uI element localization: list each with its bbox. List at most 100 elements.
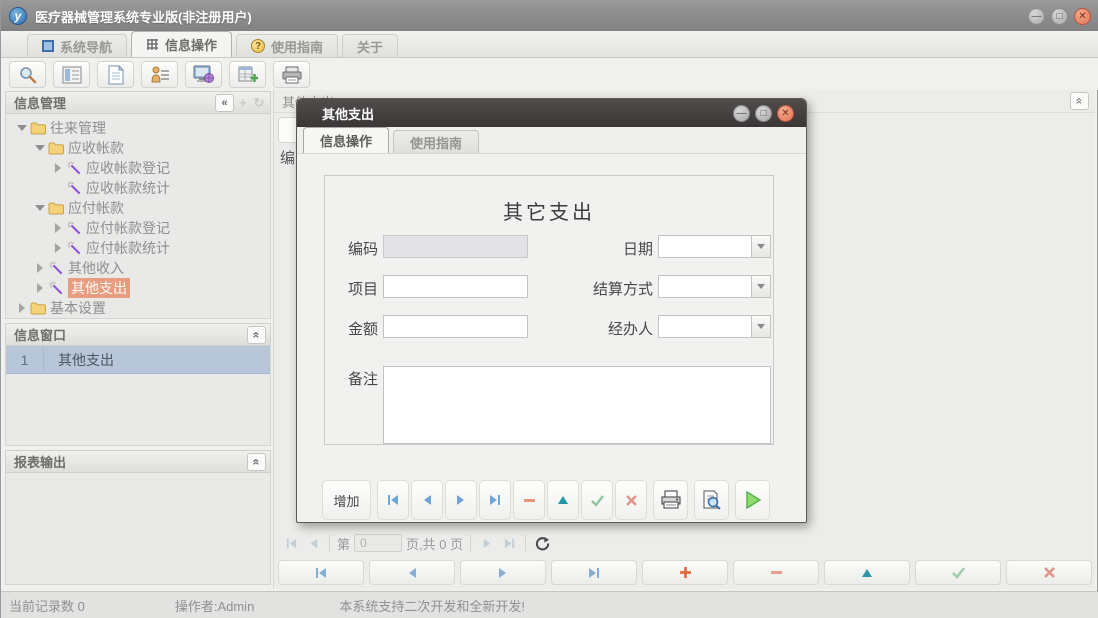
last-page-button[interactable] xyxy=(500,534,518,552)
operator-report-button[interactable] xyxy=(141,61,178,88)
edit-record-button[interactable] xyxy=(547,480,579,520)
remark-textarea[interactable] xyxy=(383,366,771,444)
expander-down-icon[interactable] xyxy=(32,205,47,211)
tree-item-qita-zhichu[interactable]: 其他支出 xyxy=(6,278,270,298)
delete-record-button[interactable] xyxy=(513,480,545,520)
expander-right-icon[interactable] xyxy=(50,163,65,173)
next-record-button[interactable] xyxy=(445,480,477,520)
form-title: 其它支出 xyxy=(325,196,773,225)
expander-down-icon[interactable] xyxy=(32,145,47,151)
expander-right-icon[interactable] xyxy=(32,263,47,273)
record-last-button[interactable] xyxy=(551,560,637,585)
dialog-close-button[interactable]: ✕ xyxy=(777,105,794,122)
expander-right-icon[interactable] xyxy=(32,283,47,293)
tab-system-nav[interactable]: 系统导航 xyxy=(27,34,127,57)
amount-label: 金额 xyxy=(328,318,378,339)
tab-label: 使用指南 xyxy=(271,37,323,56)
refresh-icon[interactable]: ↻ xyxy=(252,95,266,111)
navigation-tree: 往来管理 应收帐款 应收帐款登记 应收帐款统计 应付帐款 应付帐款登记 xyxy=(5,114,271,319)
record-edit-button[interactable] xyxy=(824,560,910,585)
wand-icon xyxy=(65,181,83,195)
close-button[interactable]: ✕ xyxy=(1074,8,1091,25)
record-prev-button[interactable] xyxy=(369,560,455,585)
preview-record-button[interactable] xyxy=(694,480,729,520)
collapse-panel-button[interactable]: « xyxy=(247,326,266,344)
tree-item-jiben-shezhi[interactable]: 基本设置 xyxy=(6,298,270,318)
tree-item-yingshou-tongji[interactable]: 应收帐款统计 xyxy=(6,178,270,198)
amount-input[interactable] xyxy=(383,315,528,338)
dialog-minimize-button[interactable]: — xyxy=(733,105,750,122)
expander-right-icon[interactable] xyxy=(14,303,29,313)
pagination-bar: 第 页,共 0 页 xyxy=(274,530,1096,556)
add-icon[interactable]: + xyxy=(236,95,250,110)
record-add-button[interactable] xyxy=(642,560,728,585)
execute-button[interactable] xyxy=(735,480,770,520)
record-delete-button[interactable] xyxy=(733,560,819,585)
handler-combobox[interactable] xyxy=(658,315,771,338)
expander-right-icon[interactable] xyxy=(50,223,65,233)
print-record-button[interactable] xyxy=(653,480,688,520)
dialog-tab-info-operation[interactable]: 信息操作 xyxy=(303,127,389,153)
expander-right-icon[interactable] xyxy=(50,243,65,253)
tab-user-guide[interactable]: ? 使用指南 xyxy=(236,34,338,57)
tree-label: 应收帐款统计 xyxy=(86,178,170,198)
search-button[interactable] xyxy=(9,61,46,88)
next-page-button[interactable] xyxy=(478,534,496,552)
new-document-button[interactable] xyxy=(97,61,134,88)
collapse-content-button[interactable]: « xyxy=(1070,92,1089,110)
remote-view-button[interactable] xyxy=(185,61,222,88)
wand-icon xyxy=(65,161,83,175)
date-combobox[interactable] xyxy=(658,235,771,258)
expander-down-icon[interactable] xyxy=(14,125,29,131)
window-list-item[interactable]: 1 其他支出 xyxy=(6,346,270,374)
tab-about[interactable]: 关于 xyxy=(342,34,398,57)
help-coin-icon: ? xyxy=(251,39,265,53)
dropdown-arrow-icon[interactable] xyxy=(751,316,770,337)
print-button[interactable] xyxy=(273,61,310,88)
dropdown-arrow-icon[interactable] xyxy=(751,236,770,257)
tab-info-operation[interactable]: 信息操作 xyxy=(131,31,232,57)
maximize-button[interactable]: □ xyxy=(1051,8,1068,25)
code-label: 编码 xyxy=(328,238,378,259)
prev-page-button[interactable] xyxy=(304,534,322,552)
status-message: 本系统支持二次开发和全新开发! xyxy=(339,596,525,615)
tree-label-selected: 其他支出 xyxy=(68,278,130,298)
dialog-maximize-button[interactable]: □ xyxy=(755,105,772,122)
tree-label: 其他收入 xyxy=(68,258,124,278)
printer-icon xyxy=(282,66,302,84)
tree-item-yingfu-tongji[interactable]: 应付帐款统计 xyxy=(6,238,270,258)
tree-label: 应收帐款登记 xyxy=(86,158,170,178)
minimize-button[interactable]: — xyxy=(1028,8,1045,25)
first-record-button[interactable] xyxy=(377,480,409,520)
window-item-label: 其他支出 xyxy=(44,350,114,370)
dialog-tab-user-guide[interactable]: 使用指南 xyxy=(393,130,479,153)
other-expense-dialog: 其他支出 — □ ✕ 信息操作 使用指南 其它支出 编码 日期 项目 结算方式 … xyxy=(296,98,807,523)
report-output-panel-header: 报表输出 « xyxy=(5,450,271,473)
record-cancel-button[interactable] xyxy=(1006,560,1092,585)
dropdown-arrow-icon[interactable] xyxy=(751,276,770,297)
prev-record-button[interactable] xyxy=(411,480,443,520)
tree-item-yingfu[interactable]: 应付帐款 xyxy=(6,198,270,218)
record-first-button[interactable] xyxy=(278,560,364,585)
tree-item-yingshou[interactable]: 应收帐款 xyxy=(6,138,270,158)
table-add-button[interactable] xyxy=(229,61,266,88)
settlement-combobox[interactable] xyxy=(658,275,771,298)
status-bar: 当前记录数 0 操作者:Admin 本系统支持二次开发和全新开发! xyxy=(1,591,1098,618)
tree-item-yingshou-dengji[interactable]: 应收帐款登记 xyxy=(6,158,270,178)
first-page-button[interactable] xyxy=(282,534,300,552)
last-record-button[interactable] xyxy=(479,480,511,520)
form-view-button[interactable] xyxy=(53,61,90,88)
add-button[interactable]: 增加 xyxy=(322,480,371,520)
page-number-input[interactable] xyxy=(354,534,402,552)
collapse-panel-button[interactable]: « xyxy=(247,453,266,471)
project-input[interactable] xyxy=(383,275,528,298)
record-next-button[interactable] xyxy=(460,560,546,585)
record-save-button[interactable] xyxy=(915,560,1001,585)
tree-item-qita-shouru[interactable]: 其他收入 xyxy=(6,258,270,278)
refresh-grid-icon[interactable] xyxy=(533,534,551,552)
tree-item-wanglai[interactable]: 往来管理 xyxy=(6,118,270,138)
collapse-sidebar-button[interactable]: « xyxy=(215,94,234,112)
save-record-button[interactable] xyxy=(581,480,613,520)
cancel-record-button[interactable] xyxy=(615,480,647,520)
tree-item-yingfu-dengji[interactable]: 应付帐款登记 xyxy=(6,218,270,238)
